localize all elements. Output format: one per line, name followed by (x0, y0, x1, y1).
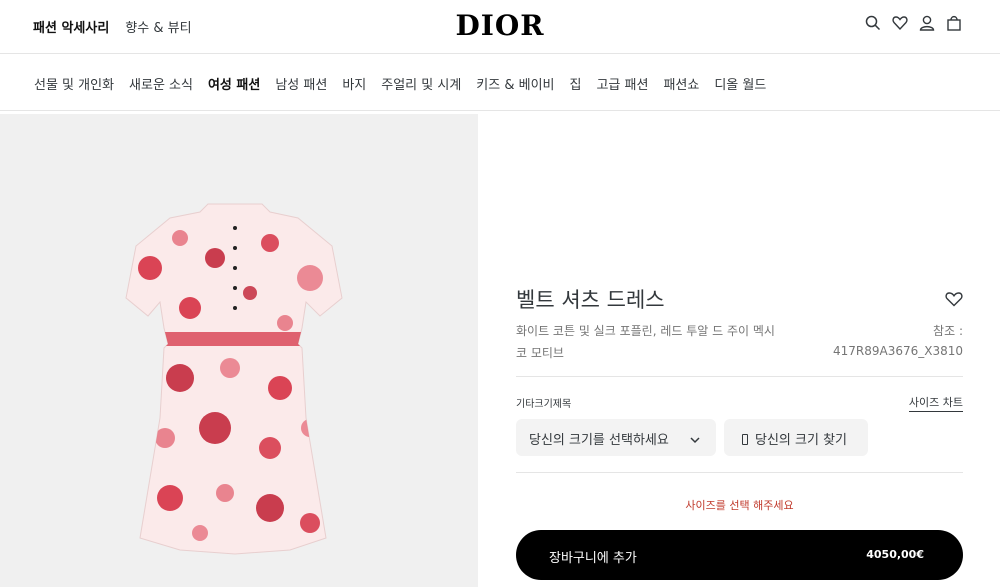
ruler-icon (742, 434, 748, 445)
nav-item-pants[interactable]: 바지 (342, 74, 366, 93)
header-icons (865, 14, 962, 32)
find-size-label: 당신의 크기 찾기 (755, 433, 847, 448)
size-select-placeholder: 당신의 크기를 선택하세요 (529, 433, 669, 448)
wishlist-heart-icon[interactable] (945, 291, 963, 307)
top-header: 패션 악세사리 향수 & 뷰티 DIOR (0, 0, 1000, 54)
reference-label: 참조 : (933, 324, 963, 338)
nav-item-home[interactable]: 집 (569, 74, 581, 93)
product-description-line2: 코 모티브 (516, 346, 564, 360)
product-price: 4050,00€ (866, 548, 924, 561)
nav-item-gifts[interactable]: 선물 및 개인화 (34, 74, 114, 93)
product-image (125, 203, 343, 555)
add-to-cart-button[interactable]: 장바구니에 추가 4050,00€ (516, 530, 963, 580)
nav-item-jewelry-watches[interactable]: 주얼리 및 시계 (381, 74, 461, 93)
nav-item-men[interactable]: 남성 패션 (275, 74, 327, 93)
bag-icon[interactable] (946, 14, 962, 32)
size-error-message: 사이즈를 선택 해주세요 (685, 499, 794, 512)
user-icon[interactable] (919, 14, 935, 32)
product-gallery (0, 114, 478, 587)
find-size-button[interactable]: 당신의 크기 찾기 (724, 419, 868, 456)
product-description-line1: 화이트 코튼 및 실크 포플린, 레드 투알 드 주이 멕시 (516, 324, 775, 338)
divider (516, 472, 963, 473)
dior-logo[interactable]: DIOR (0, 9, 1000, 42)
size-label: 기타크기제목 (516, 399, 572, 410)
size-select[interactable]: 당신의 크기를 선택하세요 (516, 419, 716, 456)
product-title: 벨트 셔츠 드레스 (516, 288, 665, 312)
add-to-cart-label: 장바구니에 추가 (549, 551, 637, 566)
reference-value: 417R89A3676_X3810 (832, 344, 963, 358)
nav-items: 선물 및 개인화 새로운 소식 여성 패션 남성 패션 바지 주얼리 및 시계 … (34, 74, 766, 93)
heart-icon[interactable] (892, 14, 908, 32)
nav-item-new[interactable]: 새로운 소식 (129, 74, 193, 93)
search-icon[interactable] (865, 14, 881, 32)
nav-item-haute-couture[interactable]: 고급 패션 (596, 74, 648, 93)
chevron-down-icon (690, 433, 700, 444)
main-nav: 선물 및 개인화 새로운 소식 여성 패션 남성 패션 바지 주얼리 및 시계 … (0, 55, 1000, 111)
nav-item-fashion-show[interactable]: 패션쇼 (663, 74, 699, 93)
divider (516, 376, 963, 377)
size-chart-link[interactable]: 사이즈 차트 (908, 394, 963, 412)
nav-item-women[interactable]: 여성 패션 (208, 74, 260, 93)
nav-item-kids-baby[interactable]: 키즈 & 베이비 (476, 74, 554, 93)
nav-item-dior-world[interactable]: 디올 월드 (714, 74, 766, 93)
product-description: 화이트 코튼 및 실크 포플린, 레드 투알 드 주이 멕시 코 모티브 (516, 320, 816, 364)
